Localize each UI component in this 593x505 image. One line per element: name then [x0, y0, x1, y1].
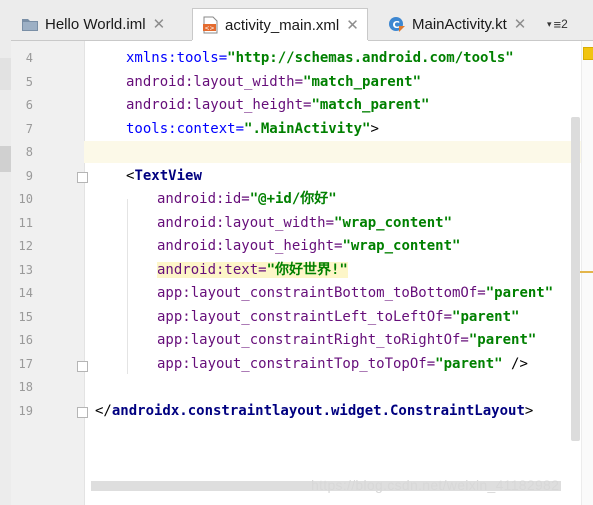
code-token: android:text= — [157, 261, 267, 278]
code-token: android:id= — [157, 191, 250, 207]
line-number: 6 — [25, 98, 33, 112]
editor-tab-bar: Hello World.iml ✕ <> activity_main.xml ✕… — [11, 0, 593, 42]
tab-overflow-count: 2 — [561, 17, 568, 31]
code-token: "match_parent" — [311, 97, 430, 113]
code-line[interactable]: app:layout_constraintBottom_toBottomOf="… — [157, 282, 553, 305]
code-token: > — [524, 402, 534, 419]
svg-text:C: C — [393, 20, 400, 31]
code-line[interactable]: android:layout_width="wrap_content" — [157, 212, 452, 235]
chevron-down-icon: ▾ — [547, 18, 552, 29]
code-line[interactable]: android:layout_width="match_parent" — [126, 71, 421, 94]
code-token: "wrap_content" — [342, 238, 461, 254]
indent-guide — [127, 199, 128, 374]
line-number: 13 — [18, 262, 33, 277]
code-token: "parent" — [435, 355, 503, 372]
line-number: 10 — [18, 192, 33, 206]
fold-marker-icon[interactable] — [77, 361, 88, 372]
close-icon[interactable]: ✕ — [514, 15, 527, 33]
tab-hello-world-iml[interactable]: Hello World.iml ✕ — [21, 8, 165, 40]
xml-file-icon: <> — [201, 16, 219, 34]
tab-main-activity-kt[interactable]: C MainActivity.kt ✕ — [388, 8, 526, 40]
line-number: 14 — [18, 286, 33, 300]
watermark: https://blog.csdn.net/weixin_41182982 — [311, 477, 560, 493]
tab-label: activity_main.xml — [225, 16, 340, 34]
code-token: "parent" — [468, 332, 537, 348]
line-number: 15 — [18, 309, 33, 324]
code-line[interactable]: <TextView — [126, 165, 202, 188]
code-token: </ — [95, 402, 112, 419]
code-line[interactable]: android:layout_height="match_parent" — [126, 94, 429, 117]
code-line[interactable]: </androidx.constraintlayout.widget.Const… — [95, 400, 533, 423]
code-line[interactable]: android:id="@+id/你好" — [157, 188, 337, 211]
line-number: 5 — [25, 74, 33, 89]
code-token: "wrap_content" — [334, 214, 453, 231]
warning-marker[interactable] — [579, 271, 593, 273]
code-token: "http://schemas.android.com/tools" — [227, 50, 514, 66]
list-icon: ≡ — [553, 16, 562, 32]
svg-text:<>: <> — [205, 25, 215, 32]
line-number: 18 — [18, 380, 33, 394]
code-token: android:layout_height= — [157, 238, 343, 254]
code-token: ".MainActivity" — [244, 120, 371, 137]
strip-marker — [0, 146, 11, 172]
code-token: android:layout_width= — [126, 73, 304, 90]
code-line[interactable]: android:text="你好世界!" — [157, 259, 348, 282]
code-token: androidx.constraintlayout.widget.Constra… — [111, 402, 525, 419]
code-token: app:layout_constraintBottom_toBottomOf= — [157, 285, 486, 301]
code-line[interactable]: app:layout_constraintTop_toTopOf="parent… — [157, 353, 528, 376]
tab-overflow-button[interactable]: ▾ ≡ 2 — [547, 12, 589, 36]
tab-label: Hello World.iml — [45, 15, 146, 33]
code-line[interactable]: app:layout_constraintRight_toRightOf="pa… — [157, 329, 536, 352]
code-area[interactable]: xmlns:tools="http://schemas.android.com/… — [85, 41, 579, 505]
code-editor[interactable]: 4 5 6 7 8 9 10 11 12 13 14 15 16 17 18 19 xmlns:tools="… — [11, 41, 593, 505]
tab-label: MainActivity.kt — [412, 15, 507, 33]
code-token: > — [370, 120, 379, 137]
code-token: "parent" — [452, 308, 520, 325]
code-token: "@+id/你好" — [249, 191, 337, 207]
code-token: "match_parent" — [303, 73, 422, 90]
code-token: /> — [502, 355, 528, 372]
code-token: app:layout_constraintLeft_toLeftOf= — [157, 308, 453, 325]
vertical-scrollbar[interactable] — [571, 117, 580, 441]
line-number: 8 — [25, 145, 33, 159]
code-line[interactable]: android:layout_height="wrap_content" — [157, 235, 460, 258]
inspection-status-icon[interactable] — [583, 47, 593, 60]
line-number: 12 — [18, 239, 33, 253]
line-number: 16 — [18, 333, 33, 347]
code-token: xmlns:tools= — [126, 50, 228, 66]
code-token: app:layout_constraintRight_toRightOf= — [157, 332, 469, 348]
kotlin-class-icon: C — [388, 15, 406, 33]
code-token: android:layout_height= — [126, 97, 312, 113]
code-token: "parent" — [485, 285, 554, 301]
error-stripe[interactable] — [581, 41, 593, 505]
code-line[interactable]: tools:context=".MainActivity"> — [126, 118, 379, 141]
line-number: 11 — [18, 215, 33, 230]
module-file-icon — [21, 15, 39, 33]
code-token: TextView — [134, 167, 202, 184]
line-number: 17 — [18, 356, 33, 371]
code-token: "你好世界!" — [266, 261, 348, 278]
line-number: 4 — [25, 51, 33, 65]
code-line[interactable]: app:layout_constraintLeft_toLeftOf="pare… — [157, 306, 519, 329]
fold-marker-icon[interactable] — [77, 172, 88, 183]
line-number: 9 — [25, 168, 33, 183]
strip-marker — [0, 58, 11, 90]
fold-marker-icon[interactable] — [77, 407, 88, 418]
code-token: android:layout_width= — [157, 214, 335, 231]
line-number: 19 — [18, 403, 33, 418]
tab-activity-main-xml[interactable]: <> activity_main.xml ✕ — [192, 8, 368, 42]
close-icon[interactable]: ✕ — [153, 15, 166, 33]
code-token: app:layout_constraintTop_toTopOf= — [157, 355, 436, 372]
line-number: 7 — [25, 121, 33, 136]
code-line[interactable]: xmlns:tools="http://schemas.android.com/… — [126, 47, 514, 70]
code-token: tools:context= — [126, 120, 245, 137]
close-icon[interactable]: ✕ — [346, 16, 359, 34]
